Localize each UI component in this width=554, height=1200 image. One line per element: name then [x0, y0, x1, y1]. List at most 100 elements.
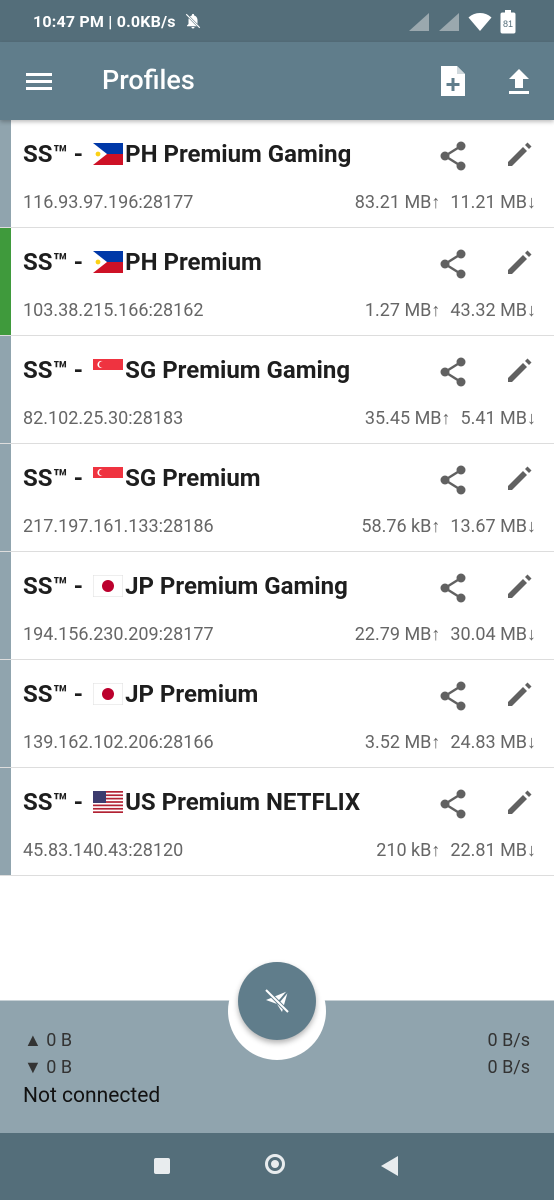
upload-icon[interactable] — [502, 64, 536, 98]
profile-prefix: SS™ - — [23, 356, 90, 384]
row-indicator — [0, 768, 11, 875]
server-address: 82.102.25.30:28183 — [23, 408, 184, 429]
profile-row[interactable]: SS™ - PH Premium Gaming 116.93.97.196:281… — [0, 120, 554, 228]
server-address: 217.197.161.133:28186 — [23, 516, 214, 537]
profile-name: SS™ - PH Premium Gaming — [23, 140, 351, 168]
home-button[interactable] — [265, 1154, 285, 1174]
server-address: 194.156.230.209:28177 — [23, 624, 214, 645]
add-profile-icon[interactable] — [437, 64, 469, 98]
profile-name: SS™ - US Premium NETFLIX — [23, 788, 360, 816]
row-indicator — [0, 336, 11, 443]
upload-traffic: 58.76 kB↑ — [361, 516, 441, 537]
page-title: Profiles — [102, 64, 195, 96]
server-address: 139.162.102.206:28166 — [23, 732, 214, 753]
edit-icon[interactable] — [504, 680, 534, 710]
profile-prefix: SS™ - — [23, 680, 90, 708]
profile-title: JP Premium — [125, 680, 259, 708]
profile-row[interactable]: SS™ - JP Premium 139.162.102.206:28166 3.5… — [0, 660, 554, 768]
profile-row[interactable]: SS™ - SG Premium Gaming 82.102.25.30:2818… — [0, 336, 554, 444]
upload-traffic: 83.21 MB↑ — [354, 192, 441, 213]
share-icon[interactable] — [437, 140, 469, 172]
upload-rate: 0 B/s — [487, 1030, 530, 1051]
profile-name: SS™ - JP Premium — [23, 680, 258, 708]
share-icon[interactable] — [437, 356, 469, 388]
edit-icon[interactable] — [504, 572, 534, 602]
traffic-stats: 83.21 MB↑ 11.21 MB↓ — [355, 192, 536, 213]
edit-icon[interactable] — [504, 140, 534, 170]
share-icon[interactable] — [437, 464, 469, 496]
edit-icon[interactable] — [504, 788, 534, 818]
download-total: ▼ 0 B — [24, 1057, 73, 1078]
download-traffic: 5.41 MB↓ — [460, 408, 537, 429]
download-traffic: 13.67 MB↓ — [450, 516, 536, 537]
flag-jp-icon — [93, 575, 124, 597]
back-button[interactable] — [381, 1156, 398, 1176]
flag-jp-icon — [93, 683, 124, 705]
profile-list: SS™ - PH Premium Gaming 116.93.97.196:281… — [0, 120, 554, 876]
notifications-off-icon — [185, 13, 201, 29]
row-indicator — [0, 120, 11, 227]
traffic-stats: 22.79 MB↑ 30.04 MB↓ — [355, 624, 536, 645]
profile-title: JP Premium Gaming — [125, 572, 348, 600]
server-address: 45.83.140.43:28120 — [23, 840, 184, 861]
active-indicator — [0, 228, 11, 335]
flag-us-icon — [93, 791, 124, 813]
share-icon[interactable] — [437, 572, 469, 604]
traffic-stats: 210 kB↑ 22.81 MB↓ — [376, 840, 536, 861]
share-icon[interactable] — [437, 788, 469, 820]
edit-icon[interactable] — [504, 356, 534, 386]
upload-total: ▲ 0 B — [24, 1030, 73, 1051]
profile-row[interactable]: SS™ - SG Premium 217.197.161.133:28186 58.… — [0, 444, 554, 552]
download-rate: 0 B/s — [487, 1057, 530, 1078]
signal-icon — [439, 13, 459, 31]
recents-button[interactable] — [154, 1158, 170, 1174]
row-indicator — [0, 444, 11, 551]
share-icon[interactable] — [437, 248, 469, 280]
download-traffic: 30.04 MB↓ — [450, 624, 536, 645]
profile-name: SS™ - PH Premium — [23, 248, 262, 276]
profile-title: PH Premium Gaming — [125, 140, 352, 168]
profile-name: SS™ - SG Premium Gaming — [23, 356, 350, 384]
airplane-off-icon — [264, 988, 290, 1014]
connection-status: Not connected — [23, 1084, 161, 1108]
flag-ph-icon — [93, 143, 124, 165]
download-traffic: 43.32 MB↓ — [450, 300, 536, 321]
profile-title: US Premium NETFLIX — [125, 788, 361, 816]
profile-title: SG Premium Gaming — [125, 356, 351, 384]
profile-title: SG Premium — [125, 464, 261, 492]
flag-ph-icon — [93, 251, 124, 273]
traffic-stats: 3.52 MB↑ 24.83 MB↓ — [365, 732, 536, 753]
profile-row[interactable]: SS™ - US Premium NETFLIX 45.83.140.43:281… — [0, 768, 554, 876]
flag-sg-icon — [93, 359, 124, 381]
status-time: 10:47 PM | 0.0KB/s — [33, 11, 176, 31]
signal-icon — [409, 13, 429, 31]
status-icons: 81 — [408, 10, 516, 34]
battery-icon: 81 — [500, 10, 516, 34]
upload-traffic: 1.27 MB↑ — [364, 300, 441, 321]
profile-name: SS™ - JP Premium Gaming — [23, 572, 348, 600]
upload-traffic: 3.52 MB↑ — [364, 732, 441, 753]
profile-prefix: SS™ - — [23, 140, 90, 168]
profile-row[interactable]: SS™ - JP Premium Gaming 194.156.230.209:2… — [0, 552, 554, 660]
edit-icon[interactable] — [504, 248, 534, 278]
connect-button[interactable] — [238, 962, 316, 1040]
menu-icon[interactable] — [22, 67, 56, 95]
traffic-stats: 1.27 MB↑ 43.32 MB↓ — [365, 300, 536, 321]
upload-traffic: 22.79 MB↑ — [354, 624, 441, 645]
battery-level: 81 — [503, 19, 513, 29]
profile-prefix: SS™ - — [23, 464, 90, 492]
server-address: 103.38.215.166:28162 — [23, 300, 204, 321]
status-bar: 10:47 PM | 0.0KB/s 81 — [0, 0, 554, 42]
profile-name: SS™ - SG Premium — [23, 464, 261, 492]
share-icon[interactable] — [437, 680, 469, 712]
profile-row[interactable]: SS™ - PH Premium 103.38.215.166:28162 1.27… — [0, 228, 554, 336]
app-bar: Profiles — [0, 42, 554, 120]
row-indicator — [0, 660, 11, 767]
traffic-stats: 35.45 MB↑ 5.41 MB↓ — [365, 408, 536, 429]
download-traffic: 24.83 MB↓ — [450, 732, 536, 753]
edit-icon[interactable] — [504, 464, 534, 494]
system-nav-bar — [0, 1133, 554, 1200]
profile-prefix: SS™ - — [23, 572, 90, 600]
download-traffic: 11.21 MB↓ — [450, 192, 536, 213]
upload-traffic: 210 kB↑ — [376, 840, 441, 861]
